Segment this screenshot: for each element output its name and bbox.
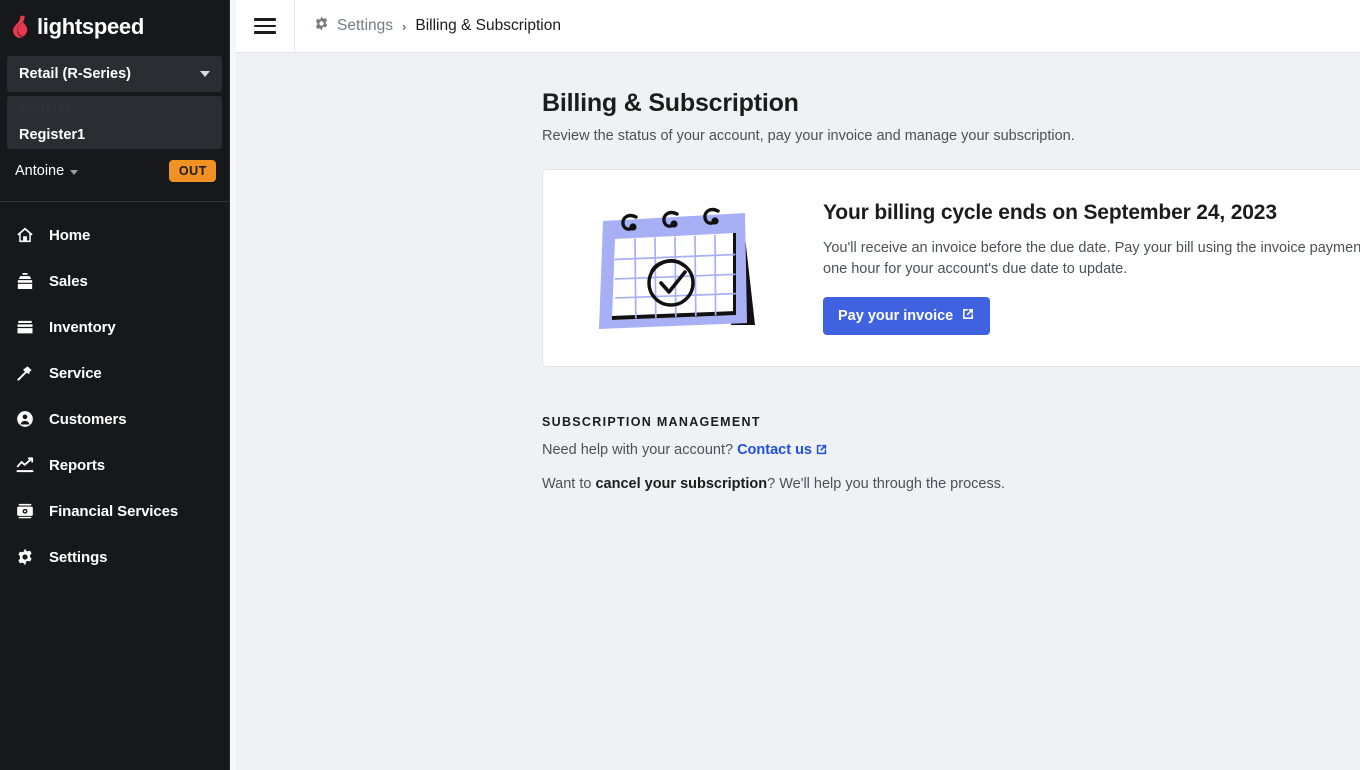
sidebar-scrollbar[interactable] [229, 0, 236, 770]
user-row: Antoine OUT [7, 149, 222, 193]
hammer-icon [14, 362, 36, 384]
person-circle-icon [14, 408, 36, 430]
help-line: Need help with your account? Contact us [542, 440, 1360, 464]
user-name[interactable]: Antoine [15, 163, 64, 179]
billing-card-body: Your billing cycle ends on September 24,… [823, 200, 1360, 336]
breadcrumb: Settings › Billing & Subscription [295, 0, 561, 53]
sidebar-item-label: Settings [49, 548, 108, 566]
sidebar-item-label: Reports [49, 456, 105, 474]
sidebar-item-reports[interactable]: Reports [0, 442, 229, 488]
cancel-line: Want to cancel your subscription? We'll … [542, 474, 1360, 496]
cancel-prefix-text: Want to [542, 475, 596, 492]
cancel-suffix-text: ? We'll help you through the process. [767, 475, 1005, 492]
section-title: SUBSCRIPTION MANAGEMENT [542, 415, 761, 429]
sidebar-item-label: Inventory [49, 318, 116, 336]
sidebar-nav: Home Sales Inventory Service Customers R… [0, 202, 229, 580]
billing-card-heading: Your billing cycle ends on September 24,… [823, 200, 1277, 224]
shop-selector[interactable]: Retail (R-Series) [7, 56, 222, 92]
sidebar-item-label: Customers [49, 410, 127, 428]
app-root: lightspeed Retail (R-Series) REGISTER Re… [0, 0, 1360, 770]
sidebar-item-customers[interactable]: Customers [0, 396, 229, 442]
sidebar-item-inventory[interactable]: Inventory [0, 304, 229, 350]
pay-button-label: Pay your invoice [838, 308, 954, 325]
sidebar-item-sales[interactable]: Sales [0, 258, 229, 304]
sidebar-item-service[interactable]: Service [0, 350, 229, 396]
sidebar-item-financial-services[interactable]: Financial Services [0, 488, 229, 534]
register-selector[interactable]: REGISTER Register1 [7, 96, 222, 149]
sidebar-content: lightspeed Retail (R-Series) REGISTER Re… [0, 0, 229, 770]
chevron-down-icon[interactable] [70, 170, 79, 175]
sidebar-item-label: Sales [49, 272, 88, 290]
top-bar: Settings › Billing & Subscription [236, 0, 1360, 53]
brand-logo[interactable]: lightspeed [0, 0, 229, 54]
subscription-management-section: SUBSCRIPTION MANAGEMENT Need help with y… [542, 415, 1360, 496]
inventory-box-icon [14, 316, 36, 338]
desk-calendar-check-illustration [543, 195, 823, 341]
page-subtitle: Review the status of your account, pay y… [542, 128, 1075, 144]
sidebar-item-label: Service [49, 364, 102, 382]
contact-us-link[interactable]: Contact us [737, 442, 812, 458]
line-chart-icon [14, 454, 36, 476]
clock-status-badge[interactable]: OUT [168, 160, 216, 182]
gear-icon [313, 15, 330, 37]
chevron-right-icon: › [402, 18, 407, 34]
page-title: Billing & Subscription [542, 89, 799, 117]
gear-icon [14, 546, 36, 568]
sidebar-item-home[interactable]: Home [0, 212, 229, 258]
sidebar-item-label: Financial Services [49, 502, 179, 520]
brand-name: lightspeed [37, 14, 145, 39]
banknote-icon [14, 500, 36, 522]
sidebar: lightspeed Retail (R-Series) REGISTER Re… [0, 0, 236, 770]
breadcrumb-current: Billing & Subscription [415, 17, 561, 34]
register-name: Register1 [19, 126, 86, 143]
page-content: Billing & Subscription Review the status… [236, 53, 1360, 770]
home-icon [14, 224, 36, 246]
pay-your-invoice-button[interactable]: Pay your invoice [823, 297, 991, 336]
external-link-icon[interactable] [815, 444, 828, 460]
sidebar-item-settings[interactable]: Settings [0, 534, 229, 580]
billing-card-description: You'll receive an invoice before the due… [823, 239, 1360, 277]
help-prefix-text: Need help with your account? [542, 442, 734, 458]
breadcrumb-parent[interactable]: Settings [337, 17, 393, 35]
hamburger-icon[interactable] [236, 0, 294, 53]
cancel-subscription-link[interactable]: cancel your subscription [595, 476, 767, 492]
chevron-down-icon [200, 71, 210, 77]
billing-cycle-card: Your billing cycle ends on September 24,… [542, 169, 1360, 367]
main-area: Settings › Billing & Subscription Billin… [236, 0, 1360, 770]
shop-selector-label: Retail (R-Series) [19, 66, 132, 82]
sidebar-item-label: Home [49, 226, 91, 244]
external-link-icon [961, 307, 975, 325]
register-ghost-label: REGISTER [19, 103, 74, 113]
cash-register-icon [14, 270, 36, 292]
lightspeed-flame-icon [8, 14, 34, 40]
